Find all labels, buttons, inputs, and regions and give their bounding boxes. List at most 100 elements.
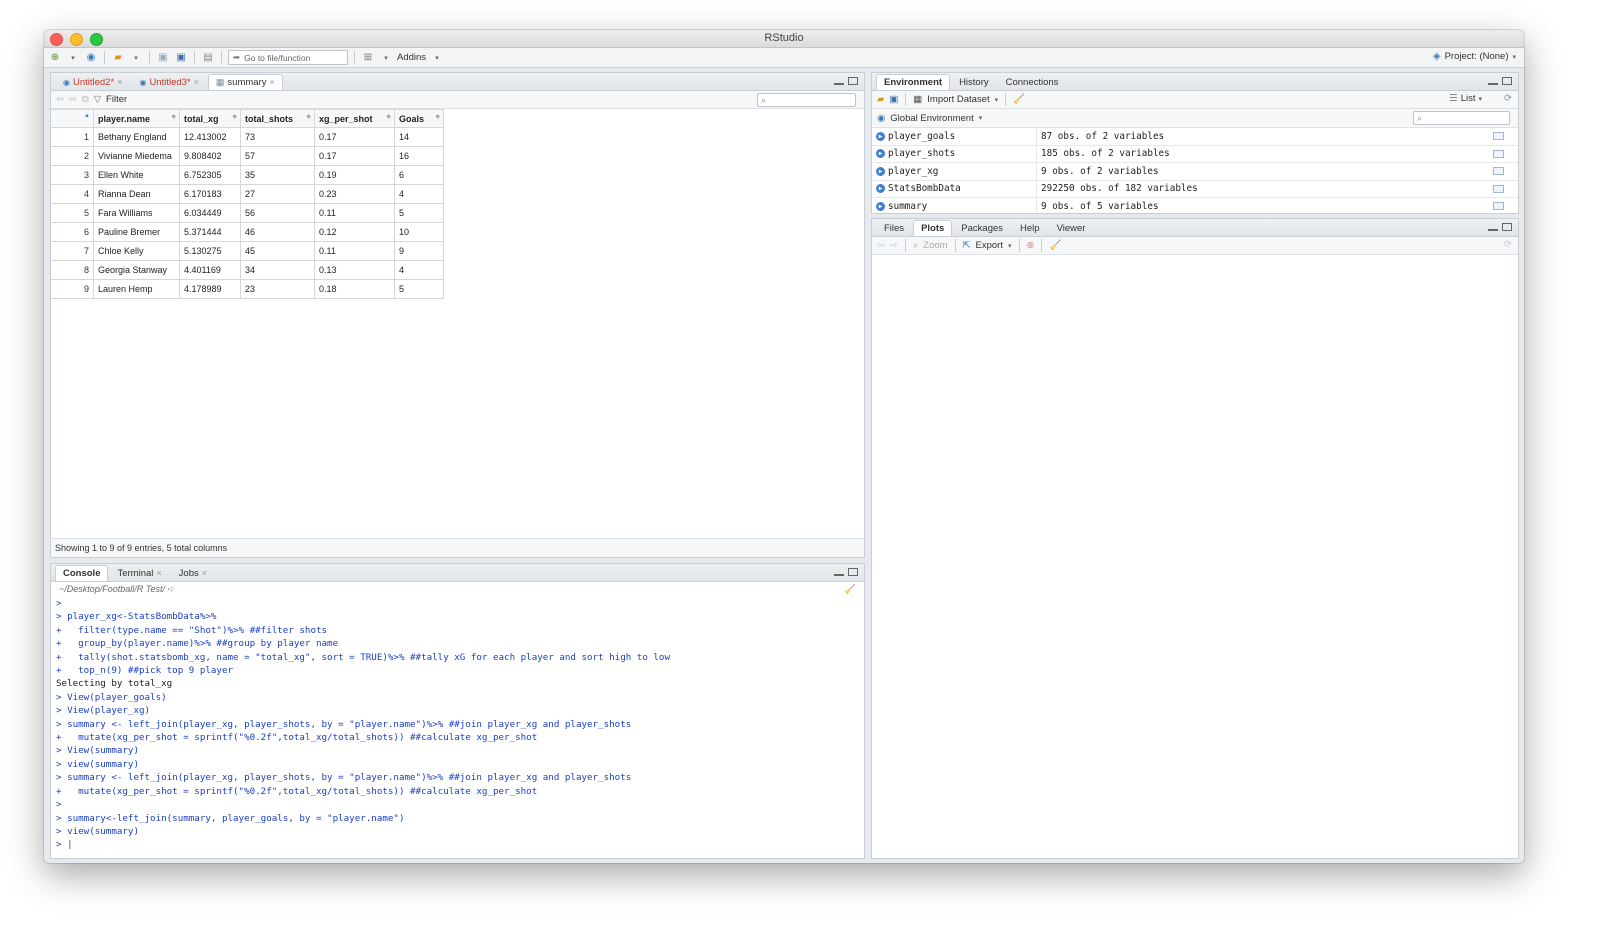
broom-icon[interactable]: 🧹 [1013,94,1025,105]
tab-help[interactable]: Help [1012,220,1048,236]
new-project-icon[interactable]: ◉ [84,51,98,65]
column-header[interactable]: Goals ◆ [394,109,444,128]
tab-console[interactable]: Console [55,565,109,581]
tab-history[interactable]: History [951,74,997,90]
chevron-down-icon[interactable]: ▾ [379,51,393,65]
save-all-icon[interactable]: ▣ [174,51,188,65]
env-object-row[interactable]: ▶ player_shots 185 obs. of 2 variables [872,145,1518,163]
tab-plots[interactable]: Plots [913,220,953,236]
console-output[interactable]: > > player_xg<-StatsBombData%>% + filter(t… [51,597,864,852]
table-row[interactable]: 2 Vivianne Miedema 9.808402 57 0.17 16 [51,146,444,166]
tab-jobs[interactable]: Jobs × [171,565,215,581]
tab-viewer[interactable]: Viewer [1049,220,1094,236]
minimize-window-button[interactable] [70,33,83,46]
expand-icon[interactable]: ▶ [876,184,885,194]
load-workspace-icon[interactable]: ▰ [877,94,884,105]
forward-arrow-icon[interactable]: ⇨ [69,94,77,105]
view-data-icon[interactable] [1493,132,1504,140]
addins-menu[interactable]: Addins [397,52,426,63]
list-view-menu[interactable]: ☰ List ▾ [1449,93,1482,104]
filter-button[interactable]: Filter [106,94,127,105]
table-row[interactable]: 3 Ellen White 6.752305 35 0.19 6 [51,165,444,185]
remove-plot-icon[interactable]: ⊗ [1027,240,1035,251]
table-row[interactable]: 5 Fara Williams 6.034449 56 0.11 5 [51,203,444,223]
chevron-down-icon[interactable]: ▾ [1008,242,1012,250]
import-dataset-button[interactable]: Import Dataset [927,94,989,105]
table-row[interactable]: 4 Rianna Dean 6.170183 27 0.23 4 [51,184,444,204]
close-icon[interactable]: × [269,75,274,90]
go-to-file-input[interactable]: ➦ Go to file/function [228,50,348,65]
project-menu[interactable]: ◈ Project: (None) ▾ [1433,51,1516,62]
close-window-button[interactable] [50,33,63,46]
chevron-down-icon[interactable]: ▾ [979,114,983,122]
minimize-pane-icon[interactable] [834,573,844,576]
maximize-pane-icon[interactable] [1502,223,1512,231]
tab-summary[interactable]: ▦ summary × [207,74,283,90]
column-header[interactable]: total_shots ◆ [240,109,315,128]
view-data-icon[interactable] [1493,202,1504,210]
column-header[interactable]: xg_per_shot ◆ [314,109,395,128]
env-object-row[interactable]: ▶ player_goals 87 obs. of 2 variables [872,128,1518,146]
new-file-icon[interactable]: ⊕ [48,51,62,65]
expand-icon[interactable]: ▶ [876,201,885,211]
minimize-pane-icon[interactable] [1488,228,1498,231]
broom-icon[interactable]: 🧹 [1049,240,1061,251]
row-number-header[interactable]: ▲ [51,109,94,128]
go-to-dir-icon[interactable]: ➪ [168,584,176,594]
tab-untitled2[interactable]: ◉ Untitled2* × [55,74,130,90]
maximize-pane-icon[interactable] [848,77,858,85]
expand-icon[interactable]: ▶ [876,166,885,176]
chevron-down-icon[interactable]: ▾ [129,51,143,65]
column-header[interactable]: player.name ◆ [93,109,180,128]
save-workspace-icon[interactable]: ▣ [889,94,898,105]
refresh-icon[interactable]: ⟳ [1504,239,1512,250]
table-row[interactable]: 9 Lauren Hemp 4.178989 23 0.18 5 [51,279,444,299]
zoom-button[interactable]: Zoom [923,240,947,251]
close-icon[interactable]: × [156,566,161,581]
tab-untitled3[interactable]: ◉ Untitled3* × [131,74,206,90]
export-menu[interactable]: Export [976,240,1003,251]
chevron-down-icon[interactable]: ▾ [995,96,999,104]
close-icon[interactable]: × [117,75,122,90]
maximize-pane-icon[interactable] [848,568,858,576]
scope-selector[interactable]: Global Environment [890,113,973,124]
grid-layout-icon[interactable]: ⊞ [361,51,375,65]
save-icon[interactable]: ▣ [156,51,170,65]
close-icon[interactable]: × [202,566,207,581]
close-icon[interactable]: × [194,75,199,90]
print-icon[interactable]: ▤ [201,51,215,65]
filter-icon[interactable]: ▽ [94,94,101,105]
view-data-icon[interactable] [1493,184,1504,193]
forward-arrow-icon[interactable]: ⇨ [890,240,898,251]
tab-packages[interactable]: Packages [953,220,1011,236]
refresh-icon[interactable]: ⟳ [1504,93,1512,104]
tab-connections[interactable]: Connections [998,74,1067,90]
minimize-pane-icon[interactable] [1488,82,1498,85]
env-object-row[interactable]: ▶ StatsBombData 292250 obs. of 182 variabl… [872,180,1518,198]
table-row[interactable]: 6 Pauline Bremer 5.371444 46 0.12 10 [51,222,444,242]
zoom-window-button[interactable] [90,33,103,46]
table-row[interactable]: 8 Georgia Stanway 4.401169 34 0.13 4 [51,260,444,280]
chevron-down-icon[interactable]: ▾ [66,51,80,65]
table-search-input[interactable]: ⌕ [757,93,856,107]
table-row[interactable]: 7 Chloe Kelly 5.130275 45 0.11 9 [51,241,444,261]
chevron-down-icon[interactable]: ▾ [430,51,444,65]
tab-files[interactable]: Files [876,220,912,236]
env-object-row[interactable]: ▶ summary 9 obs. of 5 variables [872,198,1518,213]
expand-icon[interactable]: ▶ [876,131,885,141]
env-search-input[interactable]: ⌕ [1413,111,1510,125]
column-header[interactable]: total_xg ◆ [179,109,241,128]
tab-terminal[interactable]: Terminal × [109,565,169,581]
back-arrow-icon[interactable]: ⇦ [56,94,64,105]
clear-console-icon[interactable]: 🧹 [845,582,856,597]
table-row[interactable]: 1 Bethany England 12.413002 73 0.17 14 [51,127,444,147]
open-file-icon[interactable]: ▰ [111,51,125,65]
popout-icon[interactable]: ⧉ [82,94,89,105]
env-object-row[interactable]: ▶ player_xg 9 obs. of 2 variables [872,163,1518,181]
tab-environment[interactable]: Environment [876,74,951,90]
expand-icon[interactable]: ▶ [876,149,885,159]
maximize-pane-icon[interactable] [1502,77,1512,85]
view-data-icon[interactable] [1493,149,1504,158]
minimize-pane-icon[interactable] [834,82,844,85]
view-data-icon[interactable] [1493,167,1504,175]
